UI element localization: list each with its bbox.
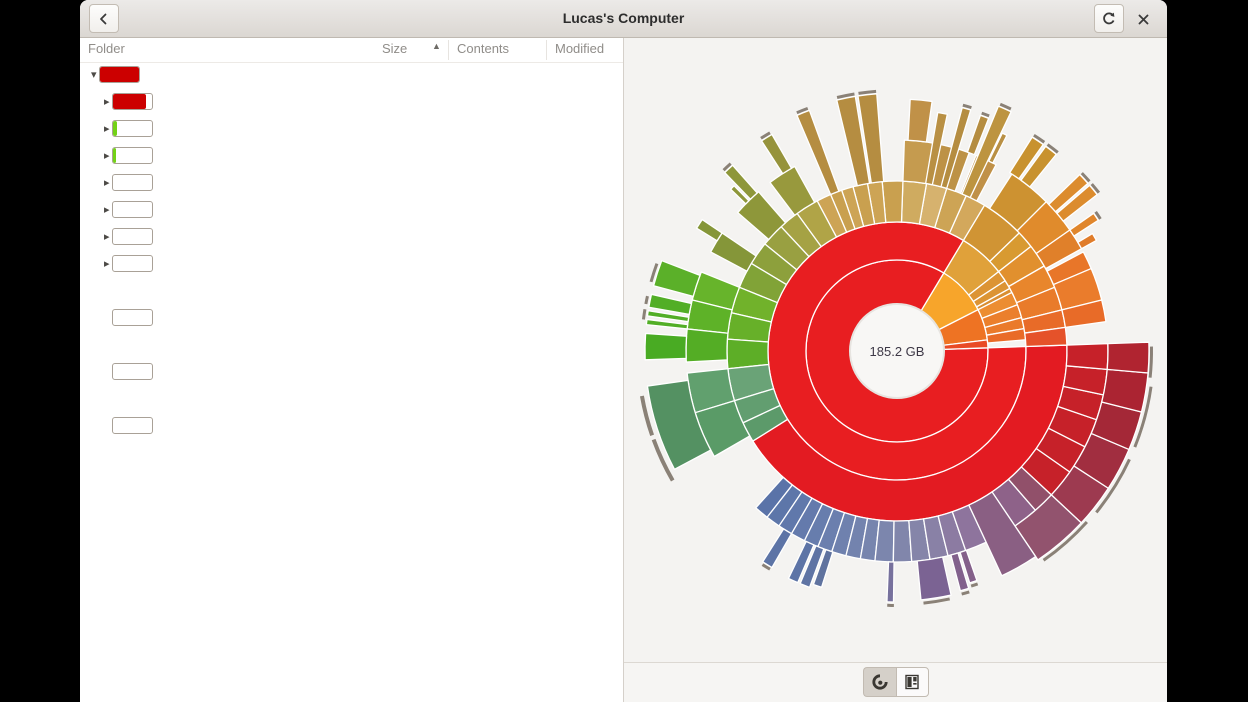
table-row[interactable]: ▸ [80, 224, 623, 251]
chart-panel: 185.2 GB [624, 38, 1167, 702]
ring-segment[interactable] [654, 261, 700, 297]
table-row[interactable] [80, 278, 623, 305]
table-row[interactable]: ▸ [80, 143, 623, 170]
table-row[interactable]: ▾ [80, 62, 623, 89]
tree-rows: ▾ ▸ ▸ ▸ ▸ ▸ ▸ ▸ [80, 62, 623, 440]
rings-chart-icon [872, 674, 888, 690]
table-row[interactable]: ▸ [80, 251, 623, 278]
usage-bar [112, 255, 153, 272]
ring-segment[interactable] [1070, 213, 1098, 236]
ring-segment[interactable] [686, 329, 728, 362]
chart-footer [624, 663, 1167, 702]
ring-segment[interactable] [1107, 342, 1149, 373]
expander-closed-icon[interactable]: ▸ [104, 122, 110, 136]
segment-cap [971, 583, 978, 588]
ring-segment[interactable] [908, 99, 932, 142]
expander-closed-icon[interactable]: ▸ [104, 95, 110, 109]
refresh-button[interactable] [1094, 4, 1124, 33]
table-row[interactable]: ▸ [80, 197, 623, 224]
expander-closed-icon[interactable]: ▸ [104, 230, 110, 244]
segment-cap [642, 309, 646, 320]
ring-segment[interactable] [887, 562, 894, 602]
column-header-folder[interactable]: Folder [88, 41, 125, 56]
segment-cap [961, 590, 969, 595]
column-header-size[interactable]: Size [382, 41, 407, 56]
table-row[interactable] [80, 413, 623, 440]
rings-chart-button[interactable] [863, 667, 896, 697]
view-toggle [863, 667, 929, 697]
table-row[interactable] [80, 332, 623, 359]
rings-chart[interactable]: 185.2 GB [624, 38, 1167, 662]
tree-header: Folder Size ▲ Contents Modified [80, 38, 623, 63]
treemap-chart-icon [904, 674, 920, 690]
column-header-contents[interactable]: Contents [457, 41, 509, 56]
sort-ascending-icon: ▲ [432, 41, 441, 51]
table-row[interactable]: ▸ [80, 116, 623, 143]
usage-bar [99, 66, 140, 83]
usage-bar [112, 93, 153, 110]
usage-bar [112, 120, 153, 137]
total-size-label: 185.2 GB [870, 344, 925, 359]
ring-segment[interactable] [727, 339, 769, 369]
segment-cap [644, 296, 649, 304]
close-icon [1137, 13, 1150, 26]
segment-cap [887, 604, 894, 607]
window-title: Lucas's Computer [80, 0, 1167, 37]
usage-bar [112, 309, 153, 326]
expander-closed-icon[interactable]: ▸ [104, 149, 110, 163]
table-row[interactable]: ▸ [80, 170, 623, 197]
expander-closed-icon[interactable]: ▸ [104, 257, 110, 271]
header-separator [546, 40, 547, 60]
expander-closed-icon[interactable]: ▸ [104, 176, 110, 190]
folder-tree-panel: Folder Size ▲ Contents Modified ▾ ▸ ▸ ▸ ▸ ▸ ▸ ▸ [80, 38, 623, 702]
usage-bar [112, 363, 153, 380]
usage-bar [112, 174, 153, 191]
table-row[interactable] [80, 305, 623, 332]
app-window: Lucas's Computer Folder Size ▲ Contents … [80, 0, 1167, 702]
ring-segment[interactable] [763, 529, 792, 568]
header-separator [448, 40, 449, 60]
window-content: Folder Size ▲ Contents Modified ▾ ▸ ▸ ▸ ▸ ▸ ▸ ▸… [80, 38, 1167, 702]
ring-segment[interactable] [645, 333, 687, 359]
ring-segment[interactable] [697, 220, 722, 241]
refresh-icon [1101, 11, 1117, 27]
ring-segment[interactable] [917, 557, 951, 600]
expander-open-icon[interactable]: ▾ [91, 68, 97, 82]
table-row[interactable] [80, 386, 623, 413]
usage-bar [112, 147, 153, 164]
ring-segment[interactable] [762, 134, 792, 173]
usage-bar [112, 201, 153, 218]
column-header-modified[interactable]: Modified [555, 41, 604, 56]
usage-bar [112, 228, 153, 245]
ring-segment[interactable] [1066, 344, 1108, 370]
titlebar: Lucas's Computer [80, 0, 1167, 38]
close-button[interactable] [1131, 7, 1155, 31]
table-row[interactable]: ▸ [80, 89, 623, 116]
treemap-chart-button[interactable] [896, 667, 929, 697]
usage-bar [112, 417, 153, 434]
table-row[interactable] [80, 359, 623, 386]
ring-segment[interactable] [1078, 234, 1097, 249]
expander-closed-icon[interactable]: ▸ [104, 203, 110, 217]
